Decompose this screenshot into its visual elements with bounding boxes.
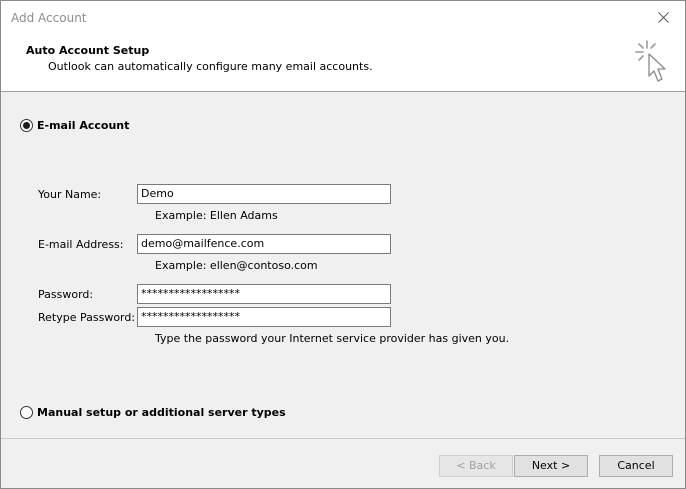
back-button[interactable]: < Back	[439, 455, 513, 477]
email-account-radio[interactable]	[20, 119, 33, 132]
window-title: Add Account	[11, 11, 87, 25]
your-name-hint: Example: Ellen Adams	[155, 209, 278, 222]
next-button[interactable]: Next >	[514, 455, 588, 477]
password-field[interactable]: ******************	[137, 284, 391, 304]
password-label: Password:	[38, 288, 94, 301]
close-button[interactable]	[641, 1, 685, 35]
email-address-field[interactable]: demo@mailfence.com	[137, 234, 391, 254]
title-bar: Add Account	[1, 1, 685, 35]
header-title: Auto Account Setup	[26, 44, 150, 57]
retype-password-label: Retype Password:	[38, 311, 136, 324]
manual-setup-radio[interactable]	[20, 406, 33, 419]
manual-setup-option[interactable]: Manual setup or additional server types	[20, 406, 286, 419]
close-icon	[658, 12, 669, 23]
email-account-label: E-mail Account	[37, 119, 130, 132]
password-hint: Type the password your Internet service …	[155, 332, 510, 345]
cursor-sparkle-icon	[635, 40, 666, 82]
add-account-dialog: Add Account Auto Account Setup Outlook c…	[0, 0, 686, 489]
retype-password-field[interactable]: ******************	[137, 307, 391, 327]
header-subtitle: Outlook can automatically configure many…	[48, 60, 373, 73]
manual-setup-label: Manual setup or additional server types	[37, 406, 286, 419]
your-name-label: Your Name:	[38, 188, 102, 201]
email-address-hint: Example: ellen@contoso.com	[155, 259, 318, 272]
header-panel: Auto Account Setup Outlook can automatic…	[1, 35, 685, 92]
cancel-button[interactable]: Cancel	[599, 455, 673, 477]
footer-divider	[1, 438, 685, 439]
email-address-label: E-mail Address:	[38, 238, 124, 251]
email-account-option[interactable]: E-mail Account	[20, 119, 129, 132]
your-name-field[interactable]: Demo	[137, 184, 391, 204]
